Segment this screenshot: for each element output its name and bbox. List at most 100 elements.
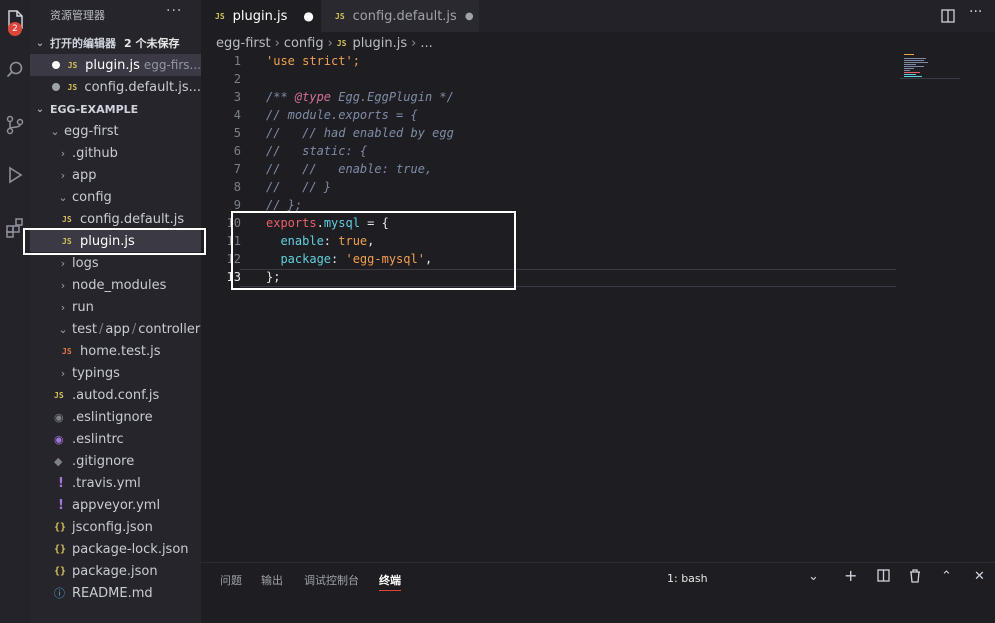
- js-file-icon: JS: [62, 236, 72, 246]
- chevron-right-icon: ›: [60, 278, 66, 292]
- chevron-right-icon: ›: [327, 36, 333, 51]
- tree-label: appveyor.yml: [72, 497, 161, 513]
- split-editor-icon[interactable]: [941, 8, 955, 27]
- json-file-icon: {}: [54, 565, 67, 577]
- tree-file[interactable]: ! appveyor.yml: [30, 494, 201, 516]
- tab-label: config.default.js: [352, 8, 457, 24]
- tree-file[interactable]: {} jsconfig.json: [30, 516, 201, 538]
- tree-file[interactable]: ◉ .eslintrc: [30, 428, 201, 450]
- trash-icon[interactable]: [909, 569, 921, 587]
- tree-file[interactable]: ◆ .gitignore: [30, 450, 201, 472]
- tree-folder[interactable]: › run: [30, 296, 201, 318]
- open-editor-path-hint: egg-firs...: [143, 58, 201, 72]
- tree-folder[interactable]: › app: [30, 164, 201, 186]
- tree-folder[interactable]: › .github: [30, 142, 201, 164]
- breadcrumb-item[interactable]: egg-first: [216, 36, 271, 51]
- open-editor-item[interactable]: JS plugin.js egg-firs...: [30, 54, 201, 76]
- code-line: // static: {: [266, 144, 368, 158]
- more-actions-icon[interactable]: ···: [969, 4, 982, 20]
- tree-label: plugin.js: [80, 233, 135, 249]
- chevron-right-icon: ›: [60, 146, 66, 160]
- tab-config-default-js[interactable]: JS config.default.js ●: [321, 0, 479, 32]
- tree-label: .github: [72, 145, 118, 161]
- close-panel-icon[interactable]: ✕: [974, 569, 985, 584]
- tree-folder[interactable]: › node_modules: [30, 274, 201, 296]
- project-label: EGG-EXAMPLE: [50, 102, 139, 116]
- code-line: };: [266, 270, 281, 284]
- tree-file[interactable]: {} package-lock.json: [30, 538, 201, 560]
- tree-file[interactable]: ⓘ README.md: [30, 582, 201, 604]
- tree-label: config: [72, 189, 112, 205]
- js-file-icon: JS: [54, 390, 64, 400]
- unsaved-dot-icon[interactable]: [52, 83, 60, 91]
- tree-label: run: [72, 299, 94, 315]
- terminal-select[interactable]: 1: bash: [667, 572, 708, 585]
- tree-folder[interactable]: › typings: [30, 362, 201, 384]
- chevron-right-icon: ›: [274, 36, 280, 51]
- code-line: // // had enabled by egg: [266, 126, 454, 140]
- tree-label: .travis.yml: [72, 475, 141, 491]
- tree-folder[interactable]: ⌄ test / app / controller: [30, 318, 201, 340]
- line-number: 12: [226, 252, 241, 266]
- js-file-icon: JS: [67, 82, 78, 92]
- source-control-icon[interactable]: [0, 105, 30, 145]
- tree-label: controller: [138, 321, 201, 337]
- activity-bar: 2: [0, 0, 30, 623]
- tree-label: logs: [72, 255, 99, 271]
- unsaved-dot-icon[interactable]: ●: [465, 11, 474, 22]
- breadcrumb-item[interactable]: ...: [420, 36, 432, 51]
- more-actions-icon[interactable]: ···: [166, 3, 182, 19]
- unsaved-dot-icon[interactable]: ●: [303, 9, 313, 23]
- explorer-icon[interactable]: 2: [0, 0, 30, 40]
- tree-file[interactable]: ◉ .eslintignore: [30, 406, 201, 428]
- tab-plugin-js[interactable]: JS plugin.js ●: [201, 0, 321, 32]
- tree-file[interactable]: ! .travis.yml: [30, 472, 201, 494]
- tree-label: app: [72, 167, 97, 183]
- open-editors-header[interactable]: ⌄ 打开的编辑器 2 个未保存: [30, 32, 201, 54]
- breadcrumb-item[interactable]: plugin.js: [352, 36, 407, 51]
- tree-folder[interactable]: ⌄ config: [30, 186, 201, 208]
- line-number: 11: [226, 234, 241, 248]
- tab-terminal[interactable]: 终端: [379, 572, 401, 588]
- open-editor-item[interactable]: JS config.default.js...: [30, 76, 201, 98]
- tab-problems[interactable]: 问题: [220, 572, 242, 588]
- line-number: 3: [233, 90, 241, 104]
- chevron-down-icon: ⌄: [58, 190, 68, 204]
- project-header[interactable]: ⌄ EGG-EXAMPLE: [30, 98, 201, 120]
- search-icon[interactable]: [0, 50, 30, 90]
- tree-label: README.md: [72, 585, 153, 601]
- chevron-right-icon: ›: [60, 300, 66, 314]
- maximize-panel-icon[interactable]: ⌃: [941, 569, 952, 584]
- chevron-down-icon: ⌄: [50, 124, 60, 138]
- line-number: 5: [233, 126, 241, 140]
- extensions-icon[interactable]: [0, 208, 30, 248]
- breadcrumb-item[interactable]: config: [284, 36, 324, 51]
- tree-label: typings: [72, 365, 120, 381]
- tree-folder[interactable]: › logs: [30, 252, 201, 274]
- active-tab-indicator: [379, 590, 401, 591]
- line-number: 13: [226, 270, 241, 284]
- tab-output[interactable]: 输出: [261, 572, 283, 588]
- js-file-icon: JS: [67, 60, 78, 70]
- git-ignore-icon: ◆: [54, 454, 63, 468]
- explorer-sidebar: 资源管理器 ··· ⌄ 打开的编辑器 2 个未保存 JS plugin.js e…: [30, 0, 201, 623]
- tree-file[interactable]: JS .autod.conf.js: [30, 384, 201, 406]
- bottom-panel: 问题 输出 调试控制台 终端 1: bash ⌄ + ⌃ ✕: [201, 562, 995, 623]
- tree-file-selected[interactable]: JS plugin.js: [30, 230, 201, 252]
- chevron-down-icon[interactable]: ⌄: [808, 569, 819, 584]
- open-editors-label: 打开的编辑器: [50, 37, 116, 50]
- code-line: // // enable: true,: [266, 162, 433, 176]
- unsaved-dot-icon[interactable]: [52, 61, 60, 69]
- tree-folder[interactable]: ⌄ egg-first: [30, 120, 201, 142]
- tab-debug-console[interactable]: 调试控制台: [304, 572, 359, 588]
- new-terminal-icon[interactable]: +: [844, 566, 857, 585]
- code-line: // module.exports = {: [266, 108, 418, 122]
- js-file-icon: JS: [336, 39, 347, 48]
- tree-file[interactable]: {} package.json: [30, 560, 201, 582]
- breadcrumb: egg-first › config › JS plugin.js › ...: [216, 36, 433, 51]
- split-terminal-icon[interactable]: [877, 569, 890, 586]
- run-debug-icon[interactable]: [0, 155, 30, 195]
- tree-file[interactable]: JS config.default.js: [30, 208, 201, 230]
- minimap[interactable]: [900, 52, 960, 92]
- tree-file[interactable]: JS home.test.js: [30, 340, 201, 362]
